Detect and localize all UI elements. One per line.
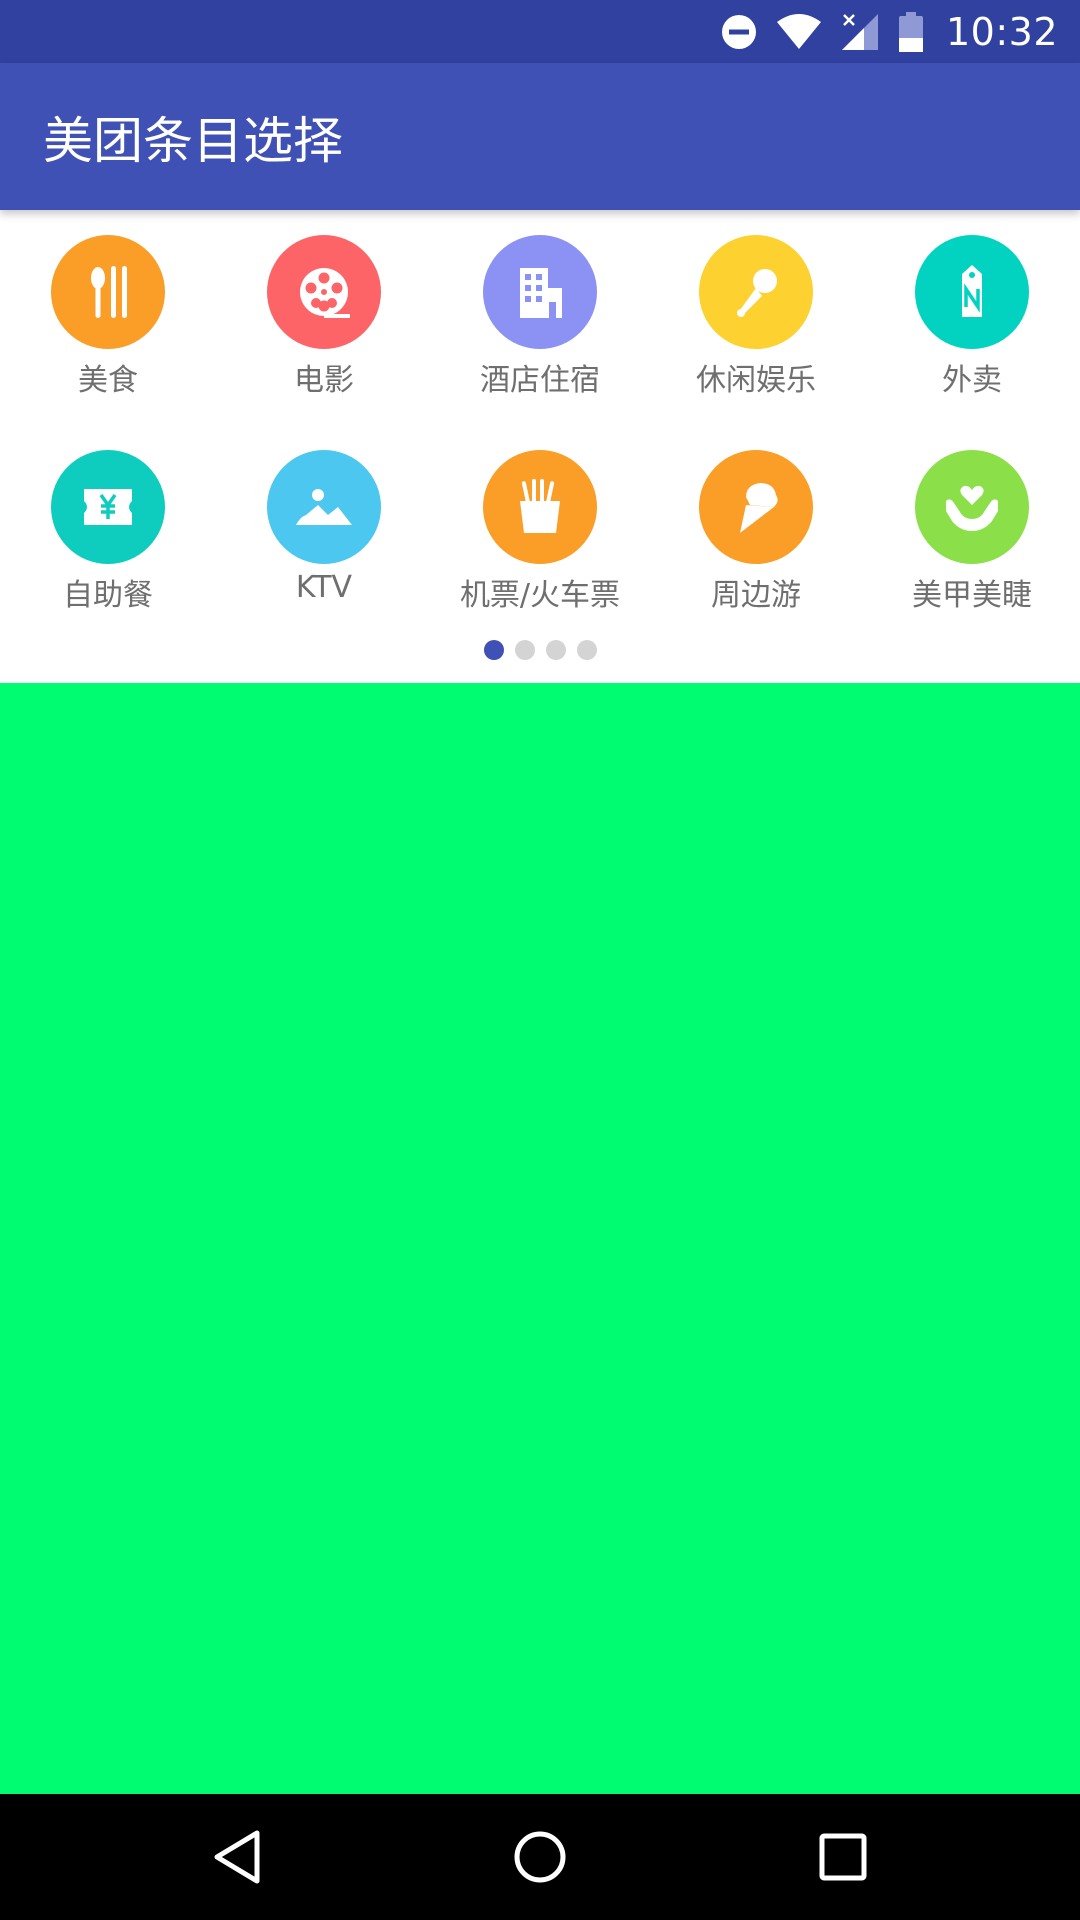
do-not-disturb-icon [720,13,758,51]
cell-signal-icon [840,12,880,52]
fork-knife-icon [91,266,127,318]
category-icon-bg [267,235,381,349]
category-item-movie[interactable]: 电影 [216,235,432,435]
category-label: 机票/火车票 [459,578,621,613]
pager-dot-3[interactable] [545,640,566,660]
category-label: 周边游 [711,578,801,613]
category-icon-bg [915,450,1029,564]
category-grid: 美食 电影 酒店住宿 休闲娱乐 外卖 自助餐 KTV 机票/火车票 周边游 美甲… [0,210,1080,683]
category-label: 外卖 [942,363,1002,398]
wifi-icon [776,13,822,50]
category-item-nail-lash[interactable]: 美甲美睫 [864,450,1080,650]
category-label: 电影 [294,363,354,398]
category-label: 休闲娱乐 [696,363,816,398]
category-label: 美甲美睫 [912,578,1032,613]
category-label: KTV [295,570,353,605]
content-panel [0,683,1080,1794]
category-icon-bg [51,235,165,349]
battery-icon [898,11,924,52]
landscape-photo-icon [296,489,352,525]
back-icon [214,1830,260,1884]
category-item-hotel[interactable]: 酒店住宿 [432,235,648,435]
category-item-buffet[interactable]: 自助餐 [0,450,216,650]
hotel-building-icon [520,268,562,318]
pager-dot-1[interactable] [483,640,504,660]
voucher-icon [84,489,132,525]
category-label: 自助餐 [63,578,153,613]
category-item-nearby-travel[interactable]: 周边游 [648,450,864,650]
status-time: 10:32 [945,9,1058,54]
category-item-ktv[interactable]: KTV [216,450,432,650]
category-icon-bg [51,450,165,564]
category-item-leisure[interactable]: 休闲娱乐 [648,235,864,435]
home-button[interactable] [510,1827,570,1887]
page-title: 美团条目选择 [43,111,343,170]
category-item-food[interactable]: 美食 [0,235,216,435]
category-icon-bg [483,450,597,564]
category-item-takeout[interactable]: 外卖 [864,235,1080,435]
category-label: 美食 [78,363,138,398]
fries-icon [520,479,560,533]
pager-dot-4[interactable] [576,640,597,660]
microphone-icon [737,269,777,317]
category-icon-bg [267,450,381,564]
pager-dot-2[interactable] [514,640,535,660]
ice-cream-icon [740,483,778,533]
category-item-tickets[interactable]: 机票/火车票 [432,450,648,650]
pager-indicator [0,640,1080,660]
category-icon-bg [699,450,813,564]
film-reel-icon [300,268,350,318]
category-icon-bg [699,235,813,349]
category-icon-bg [915,235,1029,349]
category-label: 酒店住宿 [480,363,600,398]
recents-icon [819,1833,867,1881]
recents-button[interactable] [813,1827,873,1887]
tag-icon [962,265,982,317]
home-icon [514,1831,566,1883]
navigation-bar [0,1794,1080,1920]
category-icon-bg [483,235,597,349]
back-button[interactable] [207,1827,267,1887]
hands-heart-icon [946,485,998,531]
status-bar: 10:32 [0,0,1080,63]
app-bar: 美团条目选择 [0,63,1080,210]
